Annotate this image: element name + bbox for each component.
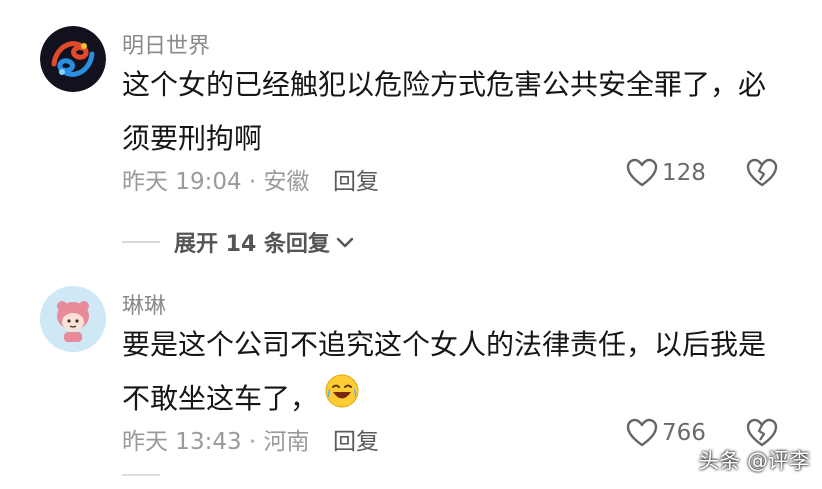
like-count: 128 — [662, 160, 706, 186]
expand-replies-label: 展开 14 条回复 — [174, 232, 330, 257]
broken-heart-icon — [746, 418, 778, 447]
comment-username[interactable]: 明日世界 — [122, 28, 210, 60]
comment-text: 这个女的已经触犯以危险方式危害公共安全罪了，必须要刑拘啊 — [122, 68, 767, 155]
divider — [122, 474, 160, 476]
comment-meta: 昨天 13:43 · 河南 — [122, 429, 310, 455]
like-button[interactable]: 766 — [626, 418, 706, 448]
expand-replies-button[interactable]: 展开 14 条回复 — [122, 226, 356, 258]
dislike-button[interactable] — [746, 158, 778, 192]
reply-button[interactable]: 回复 — [333, 422, 379, 456]
avatar[interactable] — [40, 26, 106, 92]
chevron-down-icon — [336, 237, 354, 248]
like-button[interactable]: 128 — [626, 158, 706, 188]
comment-username[interactable]: 琳琳 — [122, 288, 166, 320]
comment-text: 要是这个公司不追究这个女人的法律责任，以后我是不敢坐这车了， — [122, 318, 782, 427]
avatar[interactable] — [40, 286, 106, 352]
watermark: 头条 @评李 — [698, 449, 810, 473]
avatar-image — [40, 26, 106, 92]
comment-text-content: 要是这个公司不追究这个女人的法律责任，以后我是不敢坐这车了， — [122, 328, 767, 415]
heart-outline-icon — [626, 418, 658, 447]
divider — [122, 241, 160, 243]
heart-outline-icon — [626, 158, 658, 187]
broken-heart-icon — [746, 158, 778, 187]
comment-meta: 昨天 19:04 · 安徽 — [122, 169, 310, 195]
avatar-image — [40, 286, 106, 352]
laugh-cry-emoji-icon — [324, 373, 360, 427]
like-count: 766 — [662, 420, 706, 446]
expand-replies-button-partial[interactable] — [122, 474, 160, 476]
reply-button[interactable]: 回复 — [333, 162, 379, 196]
